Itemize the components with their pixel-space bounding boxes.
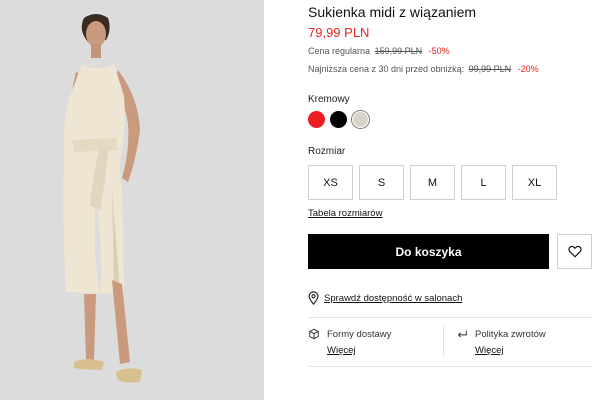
size-button-l[interactable]: L — [461, 165, 506, 200]
lowest-price-value: 99,99 PLN — [468, 64, 512, 74]
product-price: 79,99 PLN — [308, 25, 370, 40]
divider — [443, 325, 444, 357]
location-pin-icon — [308, 291, 319, 305]
size-button-s[interactable]: S — [359, 165, 404, 200]
regular-price-label: Cena regularna — [308, 46, 371, 56]
divider — [308, 366, 592, 367]
heart-icon — [567, 245, 582, 258]
product-info-panel: Sukienka midi z wiązaniem 79,99 PLN Cena… — [308, 0, 592, 400]
color-swatch-red[interactable] — [308, 111, 325, 128]
product-title: Sukienka midi z wiązaniem — [308, 4, 477, 20]
package-icon — [309, 328, 319, 340]
delivery-options-title: Formy dostawy — [327, 329, 392, 340]
product-image[interactable] — [0, 0, 264, 400]
size-button-xl[interactable]: XL — [512, 165, 557, 200]
delivery-options-more-link[interactable]: Więcej — [327, 345, 356, 356]
color-swatch-black[interactable] — [330, 111, 347, 128]
add-to-cart-button[interactable]: Do koszyka — [308, 234, 549, 269]
return-arrow-icon — [457, 330, 467, 338]
lowest-price-line: Najniższa cena z 30 dni przed obniżką: 9… — [308, 64, 539, 74]
size-button-m[interactable]: M — [410, 165, 455, 200]
return-policy-more-link[interactable]: Więcej — [475, 345, 504, 356]
store-availability-link[interactable]: Sprawdź dostępność w salonach — [308, 290, 462, 306]
store-availability-text: Sprawdź dostępność w salonach — [324, 292, 463, 304]
regular-price-value: 159,99 PLN — [374, 46, 423, 56]
model-illustration — [63, 14, 142, 383]
lowest-discount: -20% — [517, 64, 539, 74]
size-table-link[interactable]: Tabela rozmiarów — [308, 208, 382, 219]
divider — [308, 317, 592, 318]
size-button-xs[interactable]: XS — [308, 165, 353, 200]
regular-discount: -50% — [428, 46, 450, 56]
color-swatch-cream[interactable] — [352, 111, 369, 128]
size-label: Rozmiar — [308, 146, 346, 157]
wishlist-button[interactable] — [557, 234, 592, 269]
lowest-price-label: Najniższa cena z 30 dni przed obniżką: — [308, 64, 465, 74]
selected-color-label: Kremowy — [308, 94, 350, 105]
return-policy-title: Polityka zwrotów — [475, 329, 546, 340]
regular-price-line: Cena regularna 159,99 PLN -50% — [308, 46, 450, 56]
